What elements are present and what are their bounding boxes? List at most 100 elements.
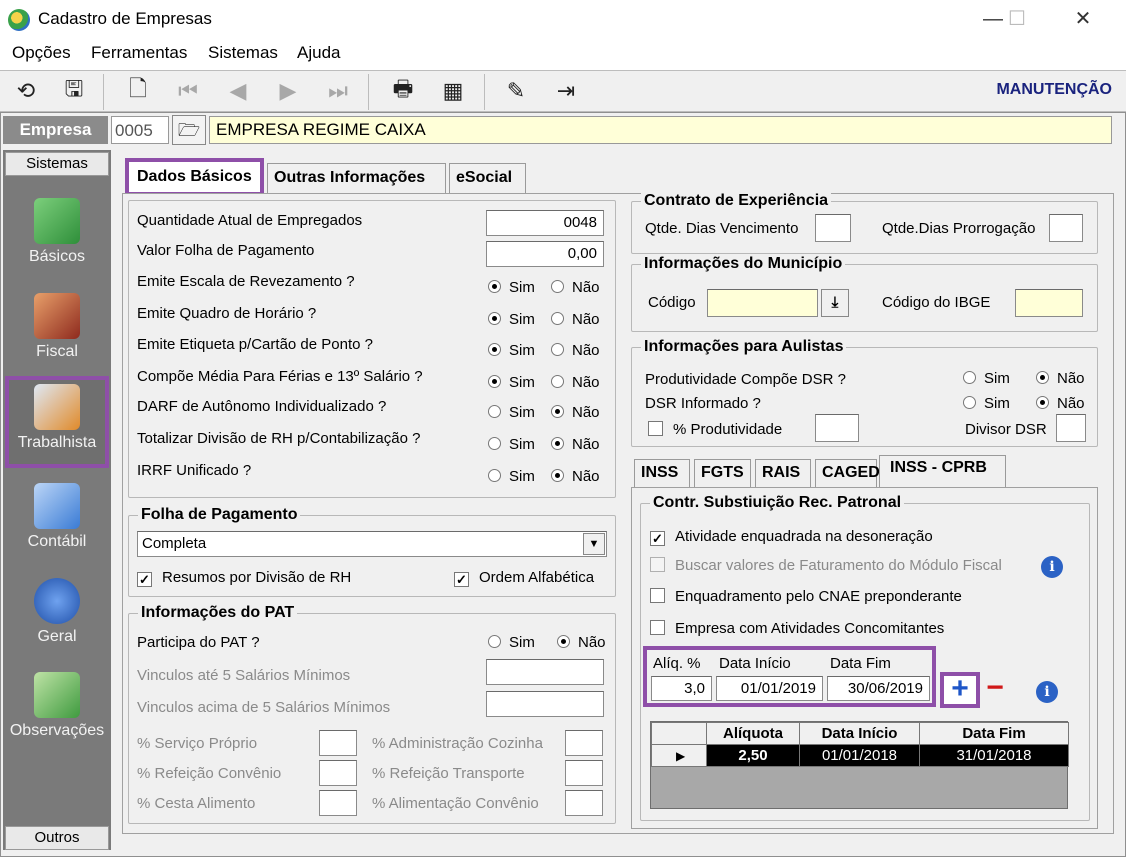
radio-sim[interactable]: Sim	[488, 436, 535, 453]
empresa-name-field[interactable]: EMPRESA REGIME CAIXA	[209, 116, 1112, 144]
refeicao-convenio-input[interactable]	[319, 760, 357, 786]
radio-nao[interactable]: Não	[551, 311, 600, 328]
save-icon[interactable]: 🖫	[58, 76, 90, 106]
radio-label: Não	[572, 436, 600, 453]
divisor-dsr-input[interactable]	[1056, 414, 1086, 442]
ordem-alfabetica-checkbox[interactable]: ✓ Ordem Alfabética	[454, 569, 594, 587]
radio-sim[interactable]: Sim	[488, 404, 535, 421]
data-inicio-input[interactable]: 01/01/2019	[716, 676, 823, 701]
participa-pat-nao-radio[interactable]: Não	[557, 634, 606, 651]
radio-sim[interactable]: Sim	[488, 468, 535, 485]
menu-sistemas[interactable]: Sistemas	[208, 43, 278, 63]
next-record-icon[interactable]: ▶	[272, 76, 304, 106]
resumos-divisao-checkbox[interactable]: ✓ Resumos por Divisão de RH	[137, 569, 351, 587]
radio-sim[interactable]: Sim	[488, 374, 535, 391]
exit-icon[interactable]: ⇥	[550, 76, 582, 106]
codigo-input[interactable]	[707, 289, 818, 317]
cesta-alimento-input[interactable]	[319, 790, 357, 816]
grid-header-data-fim[interactable]: Data Fim	[919, 722, 1069, 745]
vinculos-ate-input[interactable]	[486, 659, 604, 685]
grid-cell-data-inicio[interactable]: 01/01/2018	[799, 744, 920, 767]
add-icon[interactable]: +	[940, 672, 980, 708]
tab-fgts[interactable]: FGTS	[694, 459, 751, 487]
radio-button-icon	[488, 280, 501, 293]
chevron-down-icon[interactable]: ▼	[583, 533, 605, 555]
radio-label: Não	[572, 279, 600, 296]
table-row[interactable]: ▶ 2,50 01/01/2018 31/01/2018	[651, 744, 1069, 767]
sidebar-item-geral[interactable]: Geral	[5, 570, 109, 660]
dsr-informado-nao-radio[interactable]: Não	[1036, 395, 1085, 412]
data-fim-input[interactable]: 30/06/2019	[827, 676, 930, 701]
radio-nao[interactable]: Não	[551, 342, 600, 359]
close-button[interactable]: ✕	[1060, 4, 1106, 34]
valor-folha-input[interactable]: 0,00	[486, 241, 604, 267]
dsr-informado-sim-radio[interactable]: Sim	[963, 395, 1010, 412]
grid-cell-data-fim[interactable]: 31/01/2018	[919, 744, 1069, 767]
app-icon	[8, 9, 30, 31]
cnae-preponderante-checkbox[interactable]: Enquadramento pelo CNAE preponderante	[650, 588, 962, 605]
prev-record-icon[interactable]: ◀	[222, 76, 254, 106]
menu-opcoes[interactable]: Opções	[12, 43, 71, 63]
maximize-button[interactable]: ☐	[994, 4, 1040, 34]
preview-icon[interactable]: 🗋	[122, 76, 154, 106]
tab-esocial[interactable]: eSocial	[449, 163, 526, 193]
servico-proprio-input[interactable]	[319, 730, 357, 756]
info-icon[interactable]: i	[1036, 681, 1058, 703]
folha-select[interactable]: Completa	[137, 531, 607, 557]
radio-sim[interactable]: Sim	[488, 342, 535, 359]
atividade-desoneracao-checkbox[interactable]: ✓ Atividade enquadrada na desoneração	[650, 528, 933, 546]
radio-nao[interactable]: Não	[551, 279, 600, 296]
tab-caged[interactable]: CAGED	[815, 459, 880, 487]
tab-dados-basicos[interactable]: Dados Básicos	[125, 158, 264, 196]
qtd-empregados-input[interactable]: 0048	[486, 210, 604, 236]
remove-icon[interactable]: −	[982, 672, 1008, 706]
radio-nao[interactable]: Não	[551, 404, 600, 421]
open-folder-icon[interactable]: 🗁	[172, 115, 206, 145]
codigo-ibge-input[interactable]	[1015, 289, 1083, 317]
tab-inss[interactable]: INSS	[634, 459, 690, 487]
sidebar-item-observacoes[interactable]: Observações	[5, 664, 109, 754]
produtividade-input[interactable]	[815, 414, 859, 442]
edit-icon[interactable]: ✎	[500, 76, 532, 106]
grid-cell-aliquota[interactable]: 2,50	[706, 744, 800, 767]
sidebar-item-contabil[interactable]: Contábil	[5, 475, 109, 565]
undo-icon[interactable]: ⟲	[10, 76, 42, 106]
aliquota-input[interactable]: 3,0	[651, 676, 712, 701]
atividades-concomitantes-checkbox[interactable]: Empresa com Atividades Concomitantes	[650, 620, 944, 637]
print-icon[interactable]: 🖶	[387, 76, 419, 106]
administracao-cozinha-input[interactable]	[565, 730, 603, 756]
menu-ferramentas[interactable]: Ferramentas	[91, 43, 187, 63]
radio-sim[interactable]: Sim	[488, 279, 535, 296]
produtividade-dsr-nao-radio[interactable]: Não	[1036, 370, 1085, 387]
tab-outras-informacoes[interactable]: Outras Informações	[267, 163, 446, 193]
grid-header-aliquota[interactable]: Alíquota	[706, 722, 800, 745]
grid-header-data-inicio[interactable]: Data Início	[799, 722, 920, 745]
last-record-icon[interactable]: ⏭	[322, 76, 354, 106]
refeicao-transporte-input[interactable]	[565, 760, 603, 786]
menu-ajuda[interactable]: Ajuda	[297, 43, 340, 63]
empresa-code-input[interactable]: 0005	[111, 116, 169, 144]
participa-pat-sim-radio[interactable]: Sim	[488, 634, 535, 651]
tab-rais[interactable]: RAIS	[755, 459, 811, 487]
first-record-icon[interactable]: ⏮	[172, 76, 204, 106]
sidebar-item-fiscal[interactable]: Fiscal	[5, 285, 109, 375]
radio-nao[interactable]: Não	[551, 468, 600, 485]
info-icon[interactable]: i	[1041, 556, 1063, 578]
sidebar-footer[interactable]: Outros	[5, 826, 109, 850]
produtividade-dsr-sim-radio[interactable]: Sim	[963, 370, 1010, 387]
tab-inss-cprb[interactable]: INSS - CPRB	[879, 455, 1006, 489]
calculator-icon[interactable]: ▦	[437, 76, 469, 106]
download-icon[interactable]: ⤓	[821, 289, 849, 317]
radio-sim[interactable]: Sim	[488, 311, 535, 328]
produtividade-checkbox[interactable]: % Produtividade	[648, 421, 782, 438]
vinculos-acima-input[interactable]	[486, 691, 604, 717]
dias-prorrogacao-input[interactable]	[1049, 214, 1083, 242]
radio-nao[interactable]: Não	[551, 436, 600, 453]
alimentacao-convenio-input[interactable]	[565, 790, 603, 816]
produtividade-dsr-label: Produtividade Compõe DSR ?	[645, 371, 846, 388]
sidebar-item-trabalhista[interactable]: Trabalhista	[5, 376, 109, 468]
sidebar-item-basicos[interactable]: Básicos	[5, 190, 109, 280]
dias-vencimento-input[interactable]	[815, 214, 851, 242]
radio-nao[interactable]: Não	[551, 374, 600, 391]
buscar-faturamento-checkbox[interactable]: Buscar valores de Faturamento do Módulo …	[650, 557, 1002, 574]
